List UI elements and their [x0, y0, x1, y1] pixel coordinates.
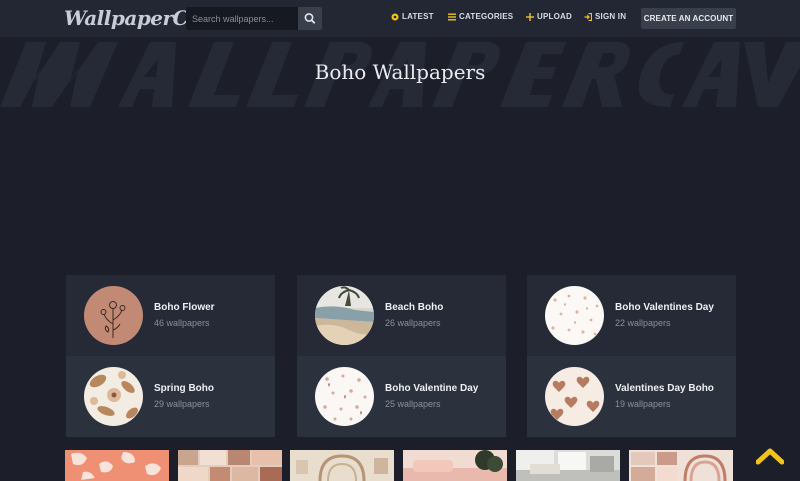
wallpaper-thumbnail[interactable]: [290, 450, 394, 481]
wallpaper-thumbnail[interactable]: [65, 450, 169, 481]
category-name: Beach Boho: [385, 302, 444, 313]
nav-sign-in-label: SIGN IN: [595, 12, 627, 21]
page-title: Boho Wallpapers: [314, 60, 486, 84]
category-column: Boho Valentines Day 22 wallpapers Valent…: [527, 275, 736, 437]
top-navbar: WallpaperCave LATEST CATEGORIES UPLOAD S…: [0, 0, 800, 37]
wallpaper-grid: [65, 450, 733, 481]
category-name: Valentines Day Boho: [615, 383, 714, 394]
category-thumbnail: [545, 286, 604, 345]
category-thumbnail: [545, 367, 604, 426]
category-column: Boho Flower 46 wallpapers Spring Boho 29…: [66, 275, 275, 437]
sign-in-icon: [584, 12, 592, 21]
category-card-spring-boho[interactable]: Spring Boho 29 wallpapers: [66, 356, 275, 437]
nav-latest-label: LATEST: [402, 12, 434, 21]
search-bar: [186, 7, 322, 30]
category-count: 26 wallpapers: [385, 318, 441, 328]
category-card-boho-valentine-day[interactable]: Boho Valentine Day 25 wallpapers: [297, 356, 506, 437]
category-column: Beach Boho 26 wallpapers Boho Valentine …: [297, 275, 506, 437]
chevron-up-icon: [755, 448, 785, 465]
create-account-button[interactable]: CREATE AN ACCOUNT: [641, 8, 736, 29]
nav-categories-label: CATEGORIES: [459, 12, 514, 21]
category-thumbnail: [84, 367, 143, 426]
search-button[interactable]: [298, 7, 322, 30]
category-count: 29 wallpapers: [154, 399, 210, 409]
category-count: 19 wallpapers: [615, 399, 671, 409]
category-name: Boho Valentine Day: [385, 383, 479, 394]
nav-sign-in[interactable]: SIGN IN: [584, 12, 626, 21]
category-count: 46 wallpapers: [154, 318, 210, 328]
category-count: 25 wallpapers: [385, 399, 441, 409]
search-icon: [304, 13, 316, 24]
scroll-to-top-button[interactable]: [755, 446, 785, 471]
wallpaper-thumbnail[interactable]: [178, 450, 282, 481]
category-card-valentines-day-boho[interactable]: Valentines Day Boho 19 wallpapers: [527, 356, 736, 437]
category-count: 22 wallpapers: [615, 318, 671, 328]
category-card-beach-boho[interactable]: Beach Boho 26 wallpapers: [297, 275, 506, 356]
plus-icon: [526, 12, 534, 21]
search-input[interactable]: [186, 7, 298, 30]
category-name: Boho Valentines Day: [615, 302, 714, 313]
nav-latest[interactable]: LATEST: [391, 12, 434, 21]
category-name: Boho Flower: [154, 302, 215, 313]
list-icon: [448, 13, 456, 21]
category-card-boho-flower[interactable]: Boho Flower 46 wallpapers: [66, 275, 275, 356]
wallpaper-thumbnail[interactable]: [629, 450, 733, 481]
nav-categories[interactable]: CATEGORIES: [448, 12, 513, 21]
wallpaper-thumbnail[interactable]: [403, 450, 507, 481]
category-thumbnail: [84, 286, 143, 345]
nav-upload[interactable]: UPLOAD: [526, 12, 572, 21]
category-name: Spring Boho: [154, 383, 214, 394]
category-thumbnail: [315, 286, 374, 345]
category-thumbnail: [315, 367, 374, 426]
wallpaper-thumbnail[interactable]: [516, 450, 620, 481]
nav-upload-label: UPLOAD: [537, 12, 572, 21]
category-card-boho-valentines-day[interactable]: Boho Valentines Day 22 wallpapers: [527, 275, 736, 356]
sun-icon: [391, 13, 399, 21]
